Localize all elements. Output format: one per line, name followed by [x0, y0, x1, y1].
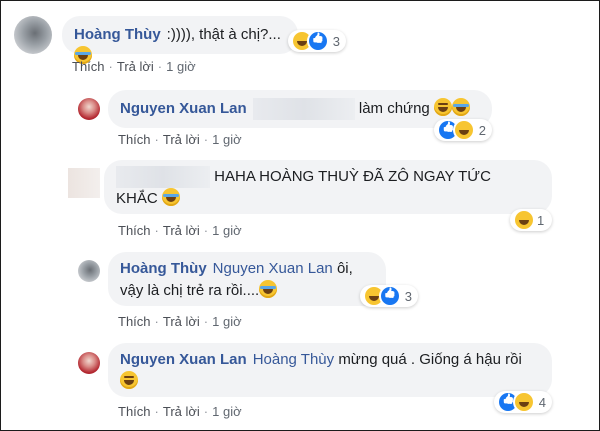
- comment-bubble: Hoàng Thùy :)))), thật à chị?...: [62, 16, 298, 64]
- separator-dot: ·: [154, 223, 159, 238]
- comment-text-continued: vậy là chị trẻ ra rồi....: [120, 282, 260, 299]
- comment-text: làm chứng: [358, 100, 430, 117]
- comment-actions: Thích · Trả lời · 1 giờ: [118, 132, 242, 147]
- avatar[interactable]: [78, 98, 100, 120]
- redacted-text: [252, 98, 355, 121]
- timestamp[interactable]: 1 giờ: [212, 223, 242, 238]
- reply-link[interactable]: Trả lời: [163, 223, 200, 238]
- haha-emoji-icon: [161, 188, 180, 207]
- haha-emoji-icon: [451, 98, 470, 116]
- separator-dot: ·: [203, 223, 209, 238]
- like-link[interactable]: Thích: [72, 59, 105, 74]
- separator-dot: ·: [154, 404, 159, 419]
- reaction-count: 1: [537, 212, 545, 228]
- comment-author[interactable]: Nguyen Xuan Lan: [120, 100, 247, 117]
- reaction-count: 2: [478, 122, 486, 138]
- like-link[interactable]: Thích: [118, 132, 151, 147]
- timestamp[interactable]: 1 giờ: [212, 132, 242, 147]
- like-reaction-icon: [306, 30, 329, 52]
- reply-bubble: Nguyen Xuan Lan Hoàng Thùy mừng quá . Giố…: [108, 343, 552, 397]
- redacted-name: [116, 166, 210, 189]
- haha-emoji-icon: [259, 280, 278, 298]
- avatar[interactable]: [78, 352, 100, 374]
- comment-text-continued: KHẮC: [116, 190, 158, 208]
- comment-text: mừng quá . Giống á hậu rồi: [338, 351, 522, 368]
- comment-author[interactable]: Hoàng Thùy: [74, 26, 161, 43]
- separator-dot: ·: [157, 59, 163, 74]
- separator-dot: ·: [154, 314, 159, 329]
- reply-bubble: HAHA HOÀNG THUỲ ĐÃ ZÔ NGAY TỨC KHẮC: [104, 160, 552, 214]
- haha-emoji-icon: [452, 119, 475, 141]
- reply-bubble: Nguyen Xuan Lan làm chứng: [108, 90, 492, 128]
- like-link[interactable]: Thích: [118, 314, 151, 329]
- reaction-summary[interactable]: 1: [510, 209, 552, 231]
- reaction-summary[interactable]: 3: [288, 30, 346, 52]
- separator-dot: ·: [203, 314, 209, 329]
- timestamp[interactable]: 1 giờ: [166, 59, 196, 74]
- reaction-count: 3: [404, 288, 412, 304]
- comment-author[interactable]: Hoàng Thùy: [120, 260, 207, 277]
- wink-emoji-icon: [120, 371, 138, 389]
- haha-emoji-icon: [512, 391, 535, 413]
- like-link[interactable]: Thích: [118, 223, 151, 238]
- mention-link[interactable]: Hoàng Thùy: [253, 351, 334, 368]
- haha-emoji-icon: [513, 209, 535, 231]
- reaction-count: 4: [538, 394, 546, 410]
- reply-link[interactable]: Trả lời: [163, 314, 200, 329]
- comment-actions: Thích · Trả lời · 1 giờ: [118, 404, 242, 419]
- comment-actions: Thích · Trả lời · 1 giờ: [118, 314, 242, 329]
- reply-link[interactable]: Trả lời: [163, 132, 200, 147]
- separator-dot: ·: [203, 404, 209, 419]
- reaction-summary[interactable]: 3: [360, 285, 418, 307]
- avatar[interactable]: [78, 260, 100, 282]
- avatar[interactable]: [14, 16, 52, 54]
- mention-link[interactable]: Nguyen Xuan Lan: [213, 260, 333, 277]
- avatar[interactable]: [68, 168, 100, 198]
- like-reaction-icon: [378, 285, 401, 307]
- separator-dot: ·: [108, 59, 113, 74]
- reaction-summary[interactable]: 4: [494, 391, 552, 413]
- separator-dot: ·: [154, 132, 159, 147]
- reaction-count: 3: [332, 33, 340, 49]
- comment-author[interactable]: Nguyen Xuan Lan: [120, 351, 247, 368]
- reply-bubble: Hoàng Thùy Nguyen Xuan Lan ôi, vậy là chị…: [108, 252, 386, 306]
- comment-text: HAHA HOÀNG THUỲ ĐÃ ZÔ NGAY TỨC: [214, 168, 491, 185]
- reaction-summary[interactable]: 2: [434, 119, 492, 141]
- timestamp[interactable]: 1 giờ: [212, 314, 242, 329]
- comment-text: ôi,: [336, 260, 353, 277]
- reply-link[interactable]: Trả lời: [117, 59, 154, 74]
- like-link[interactable]: Thích: [118, 404, 151, 419]
- timestamp[interactable]: 1 giờ: [212, 404, 242, 419]
- comment-actions: Thích · Trả lời · 1 giờ: [72, 59, 196, 74]
- separator-dot: ·: [203, 132, 209, 147]
- comment-text: :)))), thật à chị?...: [166, 26, 281, 43]
- wink-emoji-icon: [433, 98, 452, 116]
- comment-actions: Thích · Trả lời · 1 giờ: [118, 223, 242, 238]
- reply-link[interactable]: Trả lời: [163, 404, 200, 419]
